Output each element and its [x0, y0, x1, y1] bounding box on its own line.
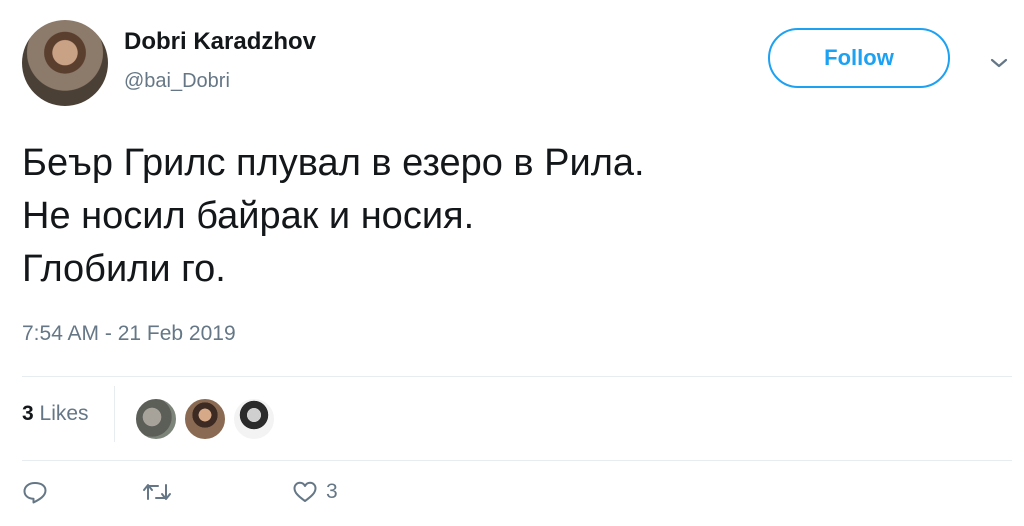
- user-handle[interactable]: @bai_Dobri: [124, 70, 230, 93]
- user-name[interactable]: Dobri Karadzhov: [124, 28, 316, 56]
- liker-avatar[interactable]: [232, 397, 276, 441]
- divider: [22, 460, 1012, 461]
- reply-button[interactable]: [22, 480, 142, 504]
- liker-avatars: [134, 397, 276, 441]
- tweet-line: Глобили го.: [22, 248, 226, 290]
- likes-label: Likes: [39, 402, 89, 425]
- tweet-timestamp[interactable]: 7:54 AM - 21 Feb 2019: [22, 322, 236, 346]
- more-options-button[interactable]: [986, 50, 1012, 76]
- reply-icon: [23, 482, 47, 504]
- retweet-icon: [143, 484, 171, 500]
- tweet-text: Беър Грилс плувал в езеро в Рила. Не нос…: [22, 137, 645, 296]
- follow-button[interactable]: Follow: [768, 28, 950, 88]
- heart-icon: [293, 481, 317, 502]
- likes-stat[interactable]: 3 Likes: [22, 402, 89, 426]
- tweet-line: Не носил байрак и носия.: [22, 195, 475, 237]
- tweet-line: Беър Грилс плувал в езеро в Рила.: [22, 142, 645, 184]
- divider: [22, 376, 1012, 377]
- like-count: 3: [326, 480, 338, 503]
- like-button[interactable]: 3: [292, 480, 338, 504]
- liker-avatar[interactable]: [134, 397, 178, 441]
- retweet-button[interactable]: [142, 480, 292, 504]
- stat-separator: [114, 386, 115, 442]
- avatar[interactable]: [22, 20, 108, 106]
- likes-count: 3: [22, 402, 34, 425]
- liker-avatar[interactable]: [183, 397, 227, 441]
- tweet-actions: 3: [22, 480, 338, 504]
- chevron-down-icon: [990, 58, 1008, 68]
